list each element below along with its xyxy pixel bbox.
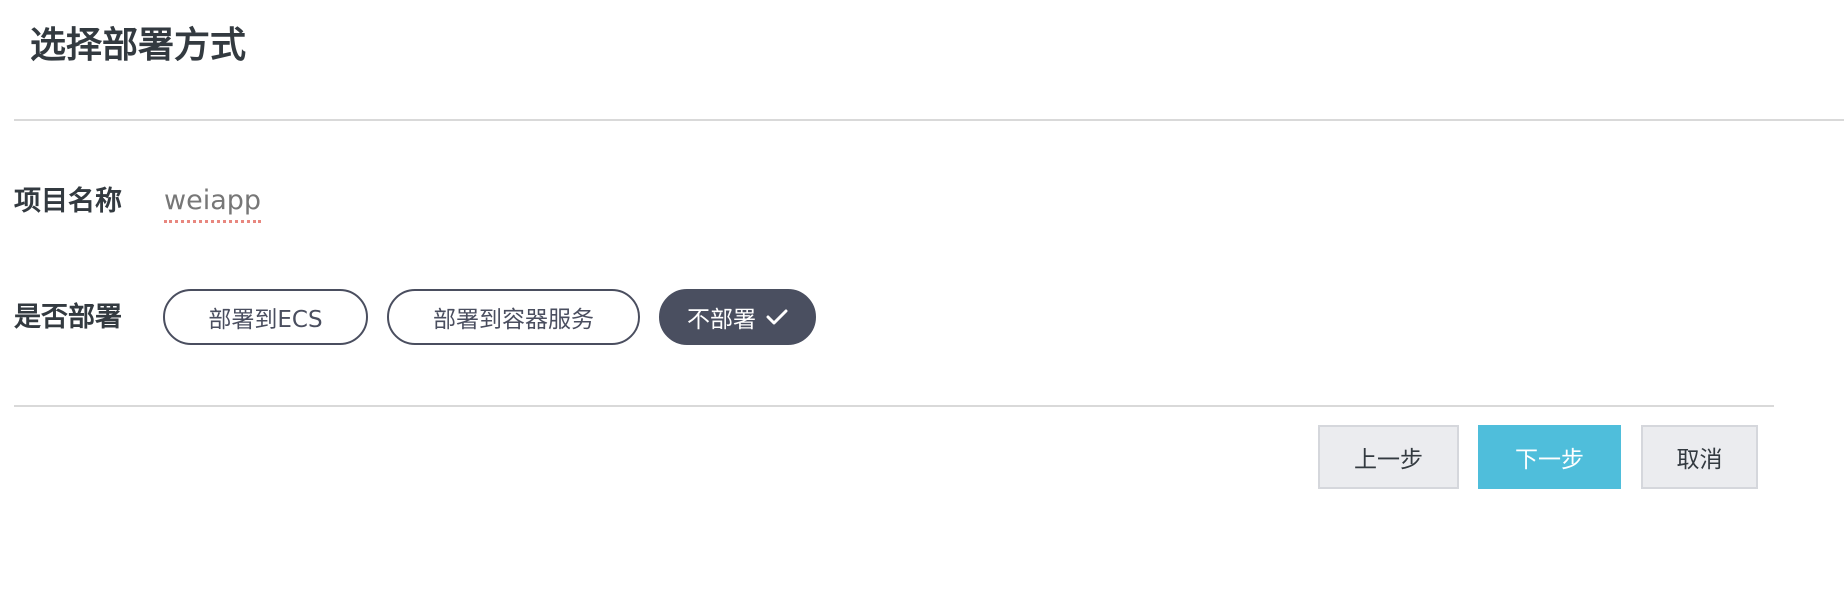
- deploy-option-no-deploy-label: 不部署: [687, 307, 756, 333]
- cancel-button[interactable]: 取消: [1641, 425, 1758, 489]
- footer-divider: [14, 405, 1774, 407]
- deploy-method-dialog: 选择部署方式 项目名称 weiapp 是否部署 部署到ECS 部署到容器服务 不…: [0, 0, 1844, 592]
- dialog-title: 选择部署方式: [30, 25, 247, 66]
- header-divider: [14, 119, 1844, 121]
- project-name-label: 项目名称: [14, 186, 122, 217]
- deploy-option-container-service-label: 部署到容器服务: [433, 307, 594, 333]
- previous-step-button[interactable]: 上一步: [1318, 425, 1459, 489]
- deploy-option-no-deploy[interactable]: 不部署: [659, 289, 816, 345]
- deploy-option-ecs-label: 部署到ECS: [208, 307, 323, 333]
- next-step-button[interactable]: 下一步: [1478, 425, 1621, 489]
- deploy-option-ecs[interactable]: 部署到ECS: [163, 289, 368, 345]
- check-icon: [766, 309, 788, 325]
- deploy-label: 是否部署: [14, 302, 122, 333]
- deploy-option-container-service[interactable]: 部署到容器服务: [387, 289, 640, 345]
- project-name-value: weiapp: [164, 182, 262, 223]
